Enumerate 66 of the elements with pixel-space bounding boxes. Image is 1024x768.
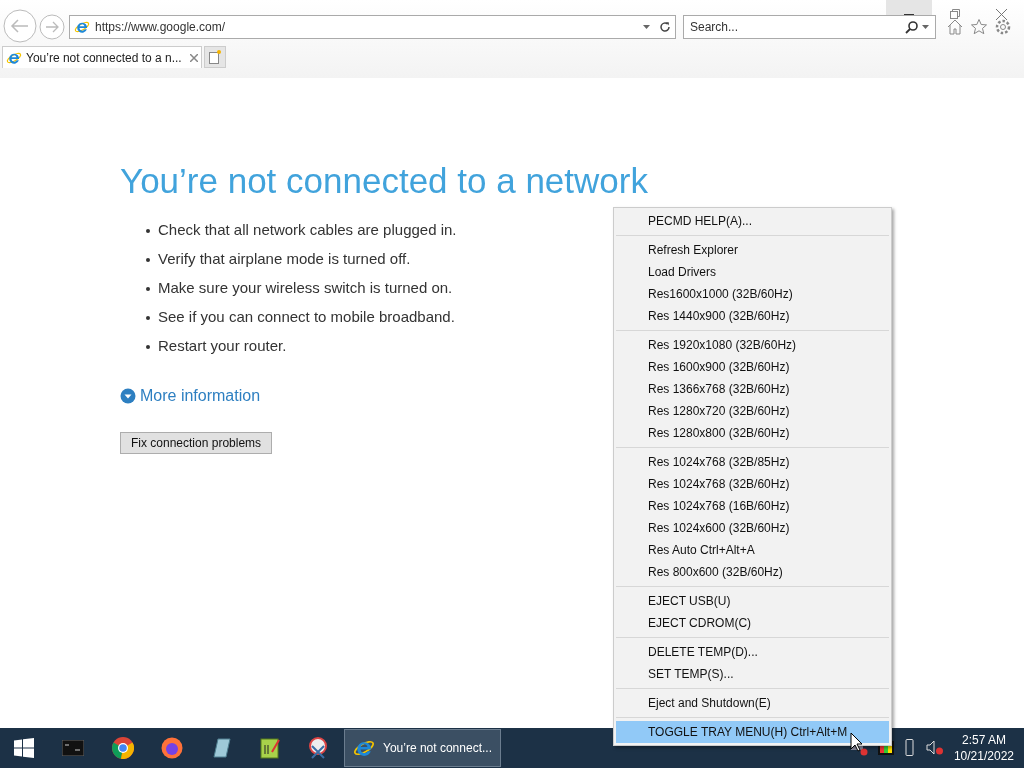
menu-item[interactable]: Res 1366x768 (32B/60Hz): [616, 378, 889, 400]
search-input[interactable]: Search...: [690, 18, 901, 36]
mouse-cursor-icon: [850, 732, 863, 752]
dropdown-icon[interactable]: [643, 25, 650, 29]
tip-text: Check that all network cables are plugged in.: [158, 220, 457, 241]
browser-logo-icon: [74, 19, 90, 35]
windows-logo-icon[interactable]: [14, 738, 34, 758]
menu-item[interactable]: EJECT CDROM(C): [616, 612, 889, 634]
menu-item[interactable]: Load Drivers: [616, 261, 889, 283]
menu-item[interactable]: Res 1280x800 (32B/60Hz): [616, 422, 889, 444]
menu-item[interactable]: Res 1920x1080 (32B/60Hz): [616, 334, 889, 356]
settings-icon[interactable]: [994, 18, 1012, 36]
firefox-icon[interactable]: [161, 737, 183, 759]
notepad-icon[interactable]: [210, 737, 232, 759]
editor-icon[interactable]: [260, 737, 280, 759]
page-heading: You’re not connected to a network: [120, 161, 649, 201]
menu-item[interactable]: SET TEMP(S)...: [616, 663, 889, 685]
refresh-icon[interactable]: [659, 21, 671, 33]
menu-item[interactable]: Res1600x1000 (32B/60Hz): [616, 283, 889, 305]
menu-item[interactable]: Refresh Explorer: [616, 239, 889, 261]
menu-item[interactable]: Res Auto Ctrl+Alt+A: [616, 539, 889, 561]
bullet-icon: [146, 344, 150, 349]
menu-item[interactable]: Res 800x600 (32B/60Hz): [616, 561, 889, 583]
menu-item[interactable]: Res 1024x768 (32B/85Hz): [616, 451, 889, 473]
menu-item[interactable]: Res 1440x900 (32B/60Hz): [616, 305, 889, 327]
menu-item[interactable]: Res 1280x720 (32B/60Hz): [616, 400, 889, 422]
clock-date: 10/21/2022: [953, 748, 1014, 764]
browser-tab[interactable]: You’re not connected to a n...: [2, 46, 202, 68]
menu-item[interactable]: Res 1024x768 (16B/60Hz): [616, 495, 889, 517]
home-icon[interactable]: [946, 18, 964, 36]
new-tab-button[interactable]: [203, 46, 226, 68]
fix-connection-button[interactable]: Fix connection problems: [120, 432, 273, 454]
menu-item[interactable]: Res 1600x900 (32B/60Hz): [616, 356, 889, 378]
address-field[interactable]: https://www.google.com/: [69, 15, 676, 39]
bullet-icon: [146, 286, 150, 291]
menu-item[interactable]: DELETE TEMP(D)...: [616, 641, 889, 663]
tip-text: Restart your router.: [158, 336, 287, 357]
terminal-icon[interactable]: [62, 740, 84, 756]
menu-item[interactable]: Eject and Shutdown(E): [616, 692, 889, 714]
page-icon: [208, 50, 221, 64]
bullet-icon: [146, 257, 150, 262]
tip-text: Make sure your wireless switch is turned on.: [158, 278, 453, 299]
menu-item[interactable]: TOGGLE TRAY MENU(H) Ctrl+Alt+M: [616, 721, 889, 743]
bullet-icon: [146, 228, 150, 233]
tip-text: Verify that airplane mode is turned off.: [158, 249, 411, 270]
tip-text: See if you can connect to mobile broadband.: [158, 307, 455, 328]
menu-item[interactable]: Res 1024x600 (32B/60Hz): [616, 517, 889, 539]
menu-item[interactable]: Res 1024x768 (32B/60Hz): [616, 473, 889, 495]
close-icon[interactable]: [995, 8, 1007, 20]
chrome-icon[interactable]: [112, 737, 134, 759]
restore-icon[interactable]: [950, 9, 960, 19]
menu-item[interactable]: EJECT USB(U): [616, 590, 889, 612]
usb-drive-icon[interactable]: [903, 739, 916, 757]
close-icon[interactable]: [189, 53, 198, 62]
search-icon[interactable]: [905, 20, 918, 34]
menu-item[interactable]: PECMD HELP(A)...: [616, 210, 889, 232]
clock-time: 2:57 AM: [961, 732, 1006, 748]
taskbar-window-button[interactable]: You’re not connect...: [344, 729, 501, 767]
snipping-tool-icon[interactable]: [306, 737, 330, 759]
more-information-link[interactable]: More information: [140, 384, 261, 408]
speaker-muted-icon[interactable]: [925, 740, 944, 756]
search-field[interactable]: Search...: [683, 15, 936, 39]
bullet-icon: [146, 315, 150, 320]
expand-icon[interactable]: [120, 388, 136, 404]
star-icon[interactable]: [970, 18, 988, 36]
dropdown-icon[interactable]: [922, 25, 929, 29]
